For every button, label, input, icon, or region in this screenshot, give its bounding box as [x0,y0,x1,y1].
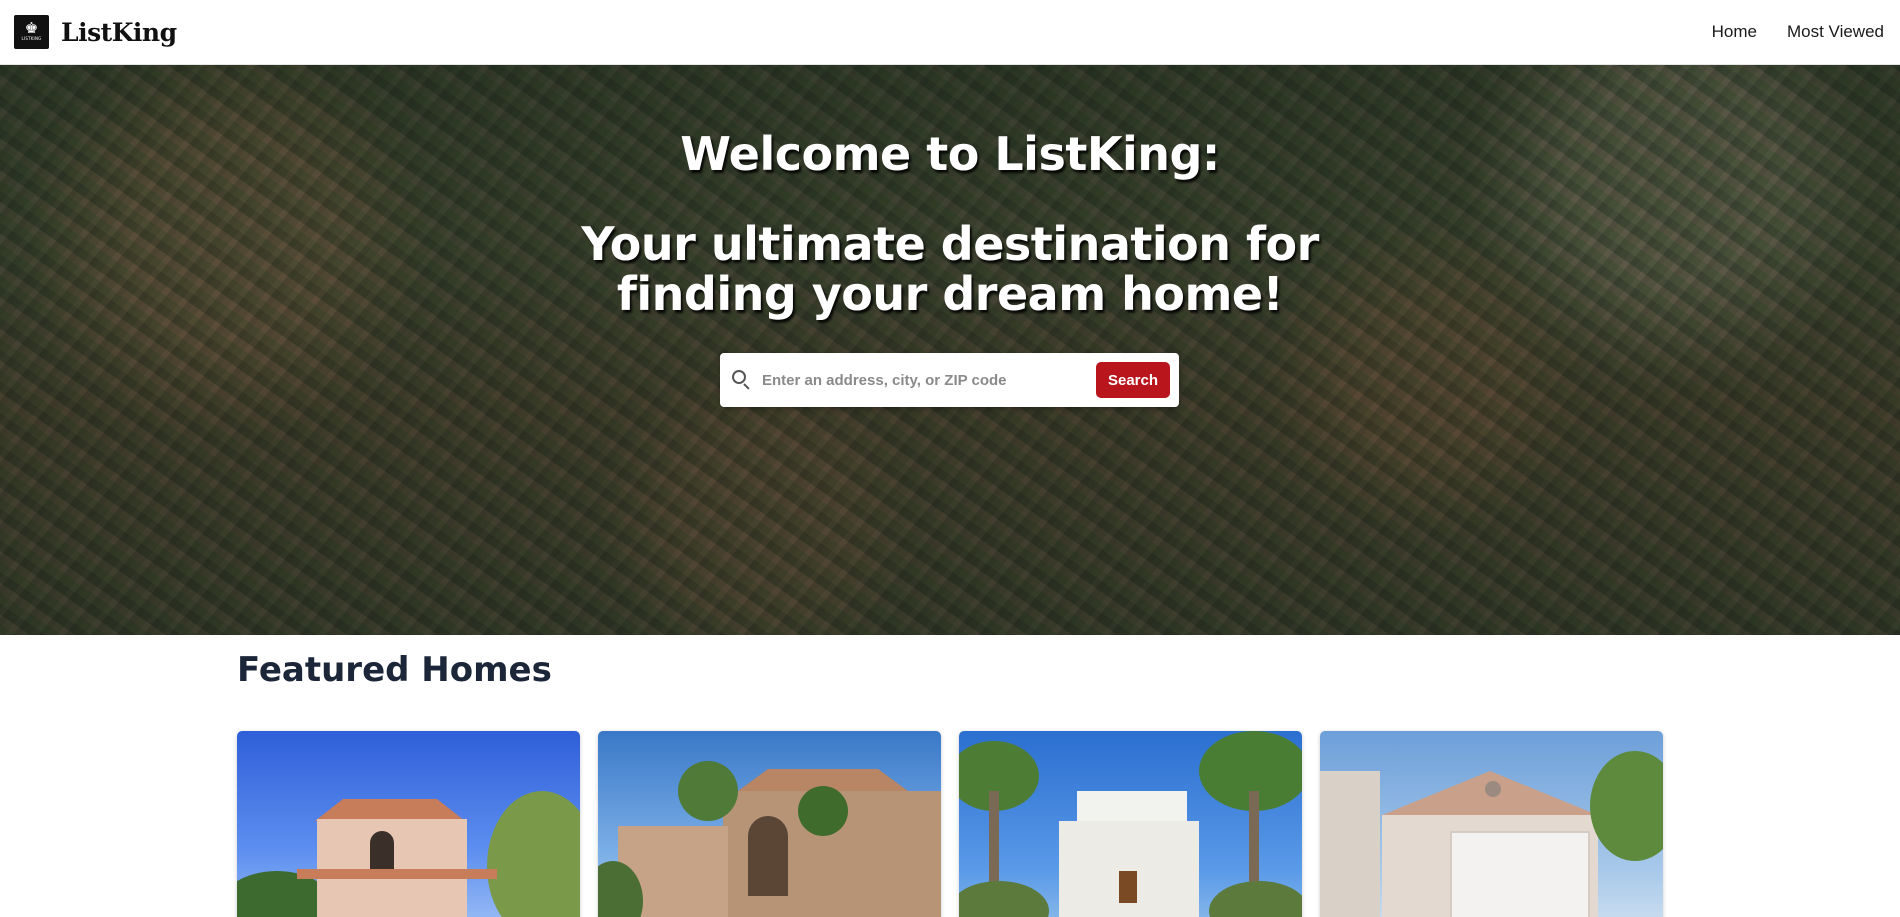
featured-homes-list [237,731,1663,917]
hero-content: Welcome to ListKing: Your ultimate desti… [0,65,1900,319]
brand-logo-link[interactable]: ♚ LISTKING ListKing [14,15,177,49]
featured-home-card[interactable] [1320,731,1663,917]
featured-home-card[interactable] [598,731,941,917]
search-icon [732,370,752,390]
top-nav-bar: ♚ LISTKING ListKing Home Most Viewed [0,0,1900,65]
search-button[interactable]: Search [1096,362,1170,398]
hero-title: Welcome to ListKing: [680,127,1220,181]
featured-home-card[interactable] [959,731,1302,917]
search-bar: Search [720,353,1179,407]
search-input[interactable] [762,371,1096,389]
crown-icon: ♚ [24,20,39,37]
featured-homes-heading: Featured Homes [237,650,552,690]
nav-link-most-viewed[interactable]: Most Viewed [1787,22,1884,42]
main-nav: Home Most Viewed [1712,22,1886,42]
hero-subtitle: Your ultimate destination for finding yo… [581,217,1319,321]
logo-icon: ♚ LISTKING [14,15,49,49]
logo-caption: LISTKING [21,36,42,41]
nav-link-home[interactable]: Home [1712,22,1757,42]
hero-banner: Welcome to ListKing: Your ultimate desti… [0,65,1900,635]
brand-name: ListKing [61,17,177,47]
featured-home-card[interactable] [237,731,580,917]
